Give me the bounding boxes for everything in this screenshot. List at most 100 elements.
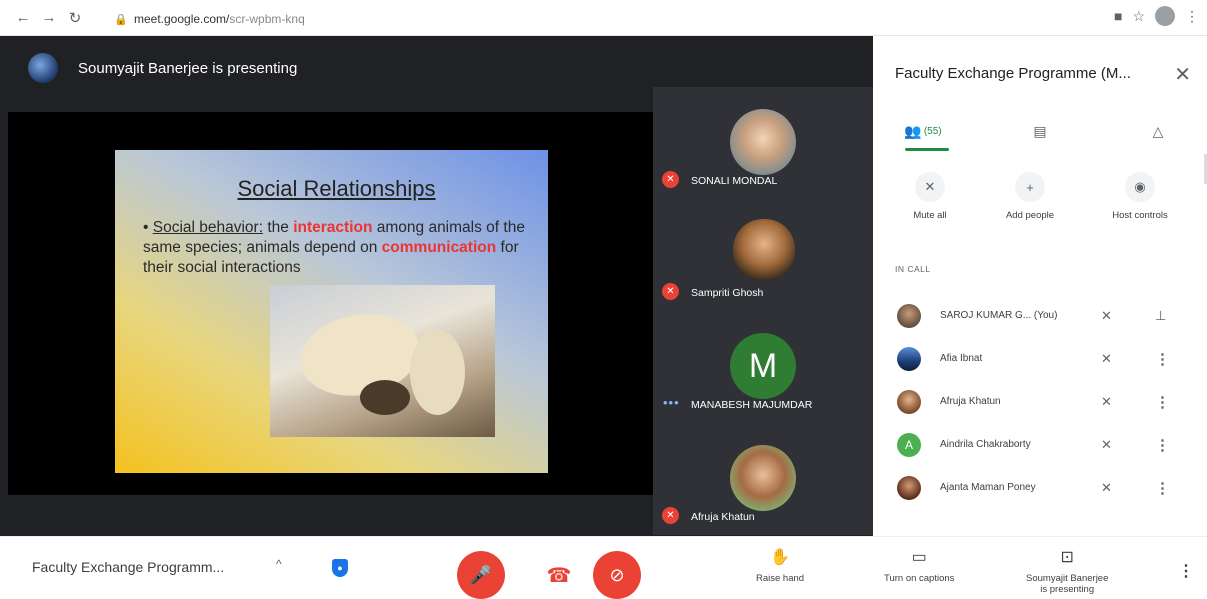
presenting-label: Soumyajit Banerjee is presenting xyxy=(1026,573,1108,595)
list-item[interactable]: Afia Ibnat ✕ ⋮ xyxy=(873,337,1207,380)
chevron-up-icon[interactable]: ^ xyxy=(276,557,282,571)
meeting-name[interactable]: Faculty Exchange Programm... xyxy=(32,559,224,575)
mute-all-label: Mute all xyxy=(913,210,947,221)
browser-toolbar: ← → ↻ 🔒 meet.google.com/ scr-wpbm-knq ■ … xyxy=(0,0,1207,36)
participant-avatar: M xyxy=(730,333,796,399)
add-person-icon: + xyxy=(1015,172,1045,202)
mic-off-icon: ✕ xyxy=(662,283,679,300)
more-options-icon[interactable]: ⋮ xyxy=(1155,393,1170,411)
bullet-highlight-1: interaction xyxy=(293,219,373,236)
mic-off-icon: ✕ xyxy=(1101,436,1112,452)
reload-icon[interactable]: ↻ xyxy=(64,7,86,29)
list-item[interactable]: Afruja Khatun ✕ ⋮ xyxy=(873,380,1207,423)
forward-icon[interactable]: → xyxy=(38,7,60,29)
bullet-highlight-2: communication xyxy=(381,239,497,256)
participant-name: SONALI MONDAL xyxy=(691,175,778,187)
activities-icon: △ xyxy=(1152,122,1164,139)
tab-chat[interactable]: ▤ xyxy=(1025,111,1055,151)
microphone-toggle-button[interactable]: 🎤 xyxy=(457,551,505,599)
more-options-icon[interactable]: ⋮ xyxy=(1155,350,1170,368)
mic-off-icon: ✕ xyxy=(1101,479,1112,495)
participant-tile[interactable]: ✕ Sampriti Ghosh xyxy=(653,199,873,311)
captions-icon: ▭ xyxy=(911,549,927,566)
speaking-indicator-icon: ••• xyxy=(663,395,680,410)
raise-hand-label: Raise hand xyxy=(756,573,805,584)
mic-off-icon: ✕ xyxy=(662,171,679,188)
panel-title: Faculty Exchange Programme (M... xyxy=(895,65,1131,82)
host-controls-label: Host controls xyxy=(1112,210,1168,221)
slide-bullet: • Social behavior: the interaction among… xyxy=(143,219,525,276)
kebab-menu-icon[interactable]: ⋮ xyxy=(1185,8,1199,25)
list-item[interactable]: A Aindrila Chakraborty ✕ ⋮ xyxy=(873,423,1207,466)
tab-activities[interactable]: △ xyxy=(1143,111,1173,151)
pin-icon[interactable]: ⊥ xyxy=(1155,308,1166,324)
avatar xyxy=(897,303,921,328)
toggle-icon: ◉ xyxy=(1125,172,1155,202)
mic-off-icon: ✕ xyxy=(1101,393,1112,409)
host-actions: ✕ Mute all + Add people ◉ Host controls xyxy=(873,172,1207,232)
mic-off-icon: ✕ xyxy=(1101,350,1112,366)
url-host: meet.google.com/ xyxy=(134,12,230,26)
more-options-icon[interactable]: ⋮ xyxy=(1155,479,1170,497)
hand-icon: ✋ xyxy=(770,549,790,566)
camera-icon[interactable]: ■ xyxy=(1114,8,1122,24)
presenting-button[interactable]: ⊡ Soumyajit Banerjee is presenting xyxy=(1026,547,1108,595)
captions-label: Turn on captions xyxy=(884,573,955,584)
shield-icon[interactable]: ● xyxy=(332,559,348,577)
host-controls-button[interactable]: ◉ Host controls xyxy=(1095,172,1185,221)
slide-title: Social Relationships xyxy=(237,176,436,201)
participant-tile[interactable]: M ••• MANABESH MAJUMDAR xyxy=(653,311,873,423)
chat-icon: ▤ xyxy=(1033,122,1047,139)
presentation-slide: Social Relationships • Social behavior: … xyxy=(115,150,548,473)
person-name-text: SAROJ KUMAR G... xyxy=(940,310,1032,321)
presenting-line-1: Soumyajit Banerjee xyxy=(1026,573,1109,584)
leave-call-button[interactable]: ☎ xyxy=(535,551,583,599)
avatar xyxy=(897,475,921,500)
presenter-banner: Soumyajit Banerjee is presenting xyxy=(8,44,873,92)
person-name: Afia Ibnat xyxy=(940,353,983,364)
more-options-icon[interactable]: ⋮ xyxy=(1155,436,1170,454)
avatar xyxy=(897,346,921,371)
captions-button[interactable]: ▭ Turn on captions xyxy=(884,547,954,584)
people-list: SAROJ KUMAR G... (You) ✕ ⊥ Afia Ibnat ✕ … xyxy=(873,294,1207,509)
avatar xyxy=(897,389,921,414)
back-icon[interactable]: ← xyxy=(12,7,34,29)
list-item[interactable]: Ajanta Maman Poney ✕ ⋮ xyxy=(873,466,1207,509)
avatar: A xyxy=(897,432,921,457)
participant-tile[interactable]: ✕ SONALI MONDAL xyxy=(653,87,873,199)
participant-name: Sampriti Ghosh xyxy=(691,287,764,299)
tab-people[interactable]: 👥 (55) xyxy=(895,111,951,151)
more-options-icon[interactable]: ⋮ xyxy=(1178,561,1194,581)
meeting-controls-bar: Faculty Exchange Programm... ^ ● 🎤 ☎ ⊘ ✋… xyxy=(0,536,1207,599)
people-panel: Faculty Exchange Programme (M... ✕ 👥 (55)… xyxy=(873,36,1207,536)
people-count: (55) xyxy=(923,125,942,137)
participant-tile[interactable]: ✕ Afruja Khatun xyxy=(653,423,873,535)
star-icon[interactable]: ☆ xyxy=(1132,8,1145,25)
list-item[interactable]: SAROJ KUMAR G... (You) ✕ ⊥ xyxy=(873,294,1207,337)
participant-name: MANABESH MAJUMDAR xyxy=(691,399,813,411)
close-icon[interactable]: ✕ xyxy=(1174,62,1191,87)
profile-avatar[interactable] xyxy=(1155,6,1175,26)
you-label: (You) xyxy=(1033,310,1058,321)
panel-tabs: 👥 (55) ▤ △ xyxy=(873,111,1207,151)
address-bar[interactable]: 🔒 meet.google.com/ scr-wpbm-knq xyxy=(114,8,1114,30)
camera-toggle-button[interactable]: ⊘ xyxy=(593,551,641,599)
person-name: Afruja Khatun xyxy=(940,396,1001,407)
mute-all-button[interactable]: ✕ Mute all xyxy=(885,172,975,221)
person-name: SAROJ KUMAR G... (You) xyxy=(940,310,1057,321)
presenter-text: Soumyajit Banerjee is presenting xyxy=(78,59,298,77)
people-icon: 👥 xyxy=(904,122,922,139)
mic-off-icon: ✕ xyxy=(1101,307,1112,323)
participant-photo xyxy=(730,445,796,511)
add-people-label: Add people xyxy=(1005,210,1055,221)
present-screen-icon: ⊡ xyxy=(1060,549,1074,566)
add-people-button[interactable]: + Add people xyxy=(985,172,1075,221)
bullet-text-1: the xyxy=(263,219,294,236)
presenter-avatar xyxy=(28,53,58,83)
participant-tiles: ✕ SONALI MONDAL ✕ Sampriti Ghosh M ••• M… xyxy=(653,87,873,535)
browser-actions: ■ ☆ ⋮ xyxy=(1114,6,1199,26)
raise-hand-button[interactable]: ✋ Raise hand xyxy=(756,547,804,584)
person-name: Aindrila Chakraborty xyxy=(940,439,1031,450)
person-name: Ajanta Maman Poney xyxy=(940,482,1036,493)
mic-off-icon: ✕ xyxy=(662,507,679,524)
